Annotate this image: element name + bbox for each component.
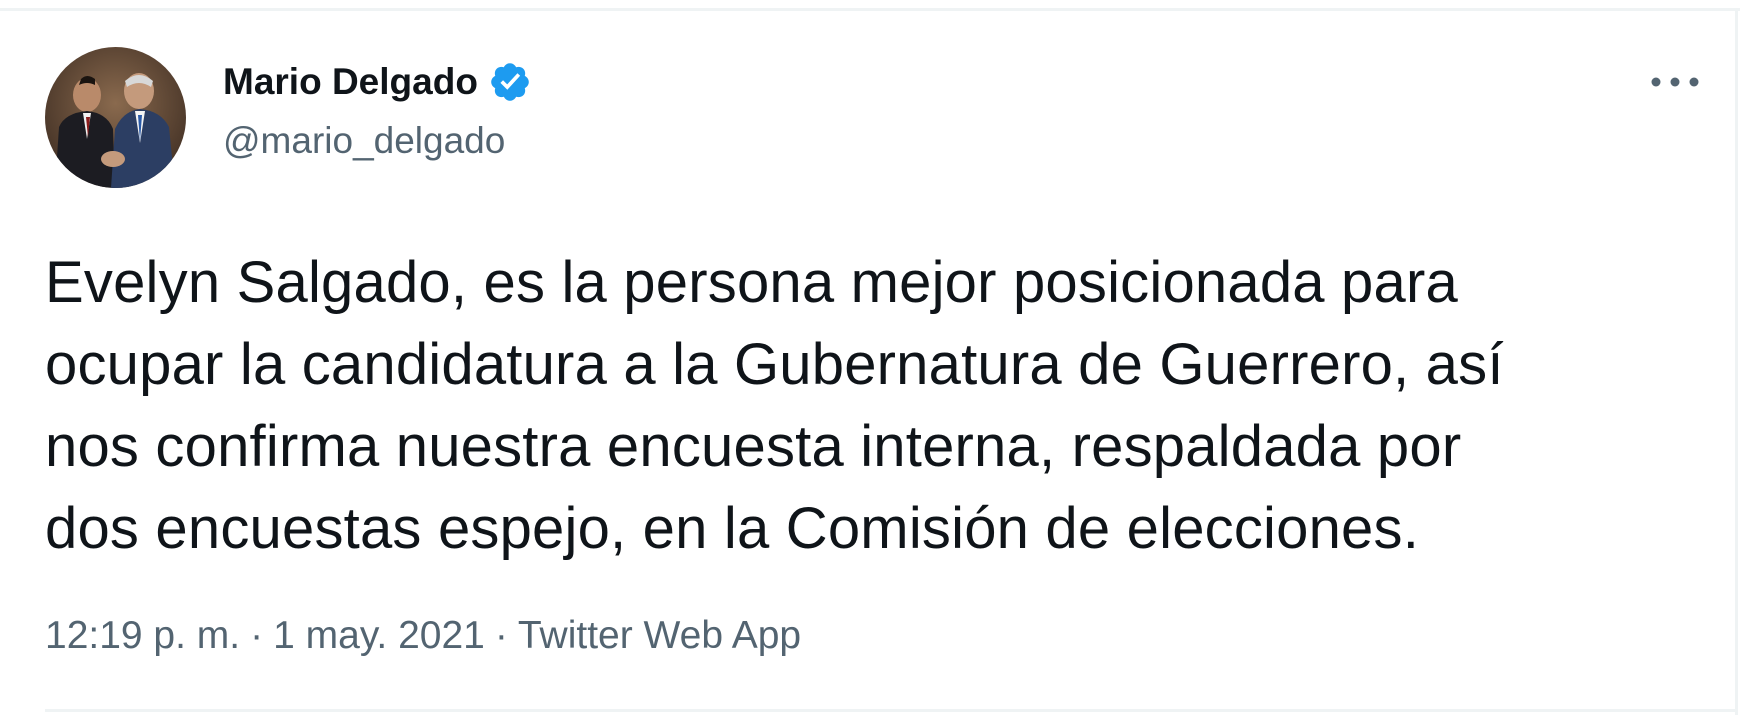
tweet-meta: 12:19 p. m. · 1 may. 2021 · Twitter Web …: [45, 614, 801, 658]
tweet-text-line: nos confirma nuestra encuesta interna, r…: [45, 414, 1462, 479]
tweet-source-link[interactable]: Twitter Web App: [518, 614, 801, 658]
tweet-card: Mario Delgado @mario_delgado Evelyn Salg…: [0, 0, 1755, 715]
more-options-button[interactable]: [1640, 62, 1710, 102]
tweet-text-line: ocupar la candidatura a la Gubernatura d…: [45, 332, 1504, 397]
verified-badge-icon: [488, 60, 532, 104]
tweet-time-link[interactable]: 12:19 p. m.: [45, 614, 240, 658]
tweet-text-line: Evelyn Salgado, es la persona mejor posi…: [45, 250, 1458, 315]
top-divider: [0, 8, 1740, 11]
avatar-photo-icon: [45, 47, 186, 188]
meta-separator: ·: [494, 614, 508, 657]
right-divider: [1735, 8, 1738, 715]
tweet-date-link[interactable]: 1 may. 2021: [273, 614, 485, 658]
more-options-icon: [1651, 77, 1699, 87]
author-handle[interactable]: @mario_delgado: [223, 120, 505, 162]
avatar[interactable]: [45, 47, 186, 188]
tweet-text: Evelyn Salgado, es la persona mejor posi…: [45, 242, 1725, 570]
author-name-row[interactable]: Mario Delgado: [223, 60, 532, 104]
author-display-name[interactable]: Mario Delgado: [223, 61, 478, 103]
bottom-divider: [45, 709, 1735, 712]
meta-separator: ·: [250, 614, 264, 657]
tweet-text-line: dos encuestas espejo, en la Comisión de …: [45, 496, 1420, 561]
